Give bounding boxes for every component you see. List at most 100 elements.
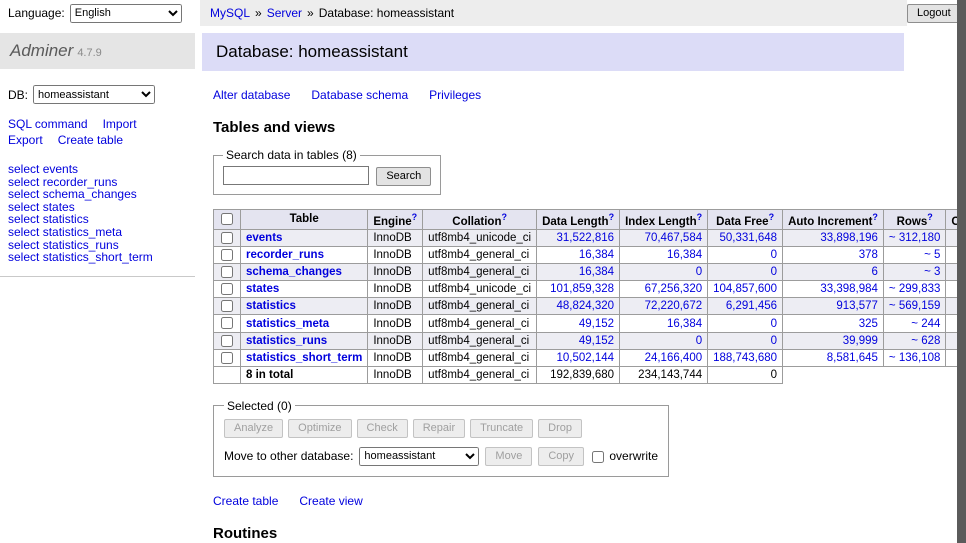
table-name-link-statistics[interactable]: statistics [246,300,296,312]
table-name-link-states[interactable]: states [246,283,279,295]
search-button[interactable]: Search [376,167,431,186]
data-length-link-statistics-meta[interactable]: 49,152 [579,318,614,330]
breadcrumb-mysql[interactable]: MySQL [210,6,250,20]
rows-count-link-states[interactable]: ~ 299,833 [889,283,940,295]
table-name-link-recorder-runs[interactable]: recorder_runs [246,249,324,261]
rows-count-link-statistics[interactable]: ~ 569,159 [889,300,940,312]
auto-increment-link-statistics-meta[interactable]: 325 [859,318,878,330]
move-button[interactable]: Move [485,447,532,466]
move-db-select[interactable]: homeassistant [359,447,479,466]
app-name[interactable]: Adminer [10,41,73,60]
row-checkbox-recorder-runs[interactable] [221,249,233,261]
sidebar-table-statistics-short-term-link[interactable]: statistics_short_term [43,250,153,264]
table-name-link-statistics-runs[interactable]: statistics_runs [246,335,327,347]
sidebar-select-statistics-short-term-link[interactable]: select [8,250,39,264]
truncate-button[interactable]: Truncate [470,419,533,438]
auto-increment-link-schema-changes[interactable]: 6 [872,266,878,278]
auto-increment-link-statistics-short-term[interactable]: 8,581,645 [827,352,878,364]
auto-increment-link-recorder-runs[interactable]: 378 [859,249,878,261]
engine-cell: InnoDB [368,349,423,366]
selected-fieldset: Selected (0) AnalyzeOptimizeCheckRepairT… [213,399,669,477]
rows-count-link-statistics-runs[interactable]: ~ 628 [911,335,940,347]
data-length-link-statistics-short-term[interactable]: 10,502,144 [557,352,615,364]
create-table-link[interactable]: Create table [213,494,278,508]
index-length-link-events[interactable]: 70,467,584 [645,232,703,244]
auto-increment-link-events[interactable]: 33,898,196 [820,232,878,244]
column-help-link[interactable]: ? [769,212,775,222]
index-length-link-schema-changes[interactable]: 0 [696,266,702,278]
sidebar-action-import[interactable]: Import [103,117,137,131]
column-help-link[interactable]: ? [927,212,933,222]
index-length-link-recorder-runs[interactable]: 16,384 [667,249,702,261]
sidebar-action-create-table[interactable]: Create table [58,133,123,147]
collation-cell: utf8mb4_general_ci [423,315,537,332]
privileges-link[interactable]: Privileges [429,88,481,102]
drop-button[interactable]: Drop [538,419,582,438]
index-length-link-states[interactable]: 67,256,320 [645,283,703,295]
language-select[interactable]: English [70,4,182,23]
data-free-link-statistics[interactable]: 6,291,456 [726,300,777,312]
column-help-link[interactable]: ? [501,212,507,222]
repair-button[interactable]: Repair [413,419,465,438]
rows-count-link-statistics-meta[interactable]: ~ 244 [911,318,940,330]
rows-count-link-schema-changes[interactable]: ~ 3 [924,266,940,278]
table-name-link-schema-changes[interactable]: schema_changes [246,266,342,278]
data-length-link-recorder-runs[interactable]: 16,384 [579,249,614,261]
data-free-link-schema-changes[interactable]: 0 [771,266,777,278]
data-length-link-statistics-runs[interactable]: 49,152 [579,335,614,347]
analyze-button[interactable]: Analyze [224,419,283,438]
data-length-link-statistics[interactable]: 48,824,320 [557,300,615,312]
data-length-link-schema-changes[interactable]: 16,384 [579,266,614,278]
create-view-link[interactable]: Create view [299,494,362,508]
auto-increment-link-statistics-runs[interactable]: 39,999 [843,335,878,347]
data-free-link-events[interactable]: 50,331,648 [720,232,778,244]
table-name-link-statistics-meta[interactable]: statistics_meta [246,318,329,330]
data-free-link-statistics-meta[interactable]: 0 [771,318,777,330]
data-free-link-statistics-runs[interactable]: 0 [771,335,777,347]
row-checkbox-statistics-meta[interactable] [221,317,233,329]
rows-count-link-events[interactable]: ~ 312,180 [889,232,940,244]
select-all-checkbox[interactable] [221,213,233,225]
row-checkbox-schema-changes[interactable] [221,266,233,278]
auto-increment-link-states[interactable]: 33,398,984 [820,283,878,295]
auto-increment-link-statistics[interactable]: 913,577 [836,300,878,312]
search-input[interactable] [223,166,369,185]
data-free-link-recorder-runs[interactable]: 0 [771,249,777,261]
column-help-link[interactable]: ? [872,212,878,222]
overwrite-checkbox[interactable] [592,451,604,463]
db-select[interactable]: homeassistant [33,85,155,104]
row-checkbox-states[interactable] [221,283,233,295]
data-free-link-states[interactable]: 104,857,600 [713,283,777,295]
check-button[interactable]: Check [357,419,408,438]
row-checkbox-statistics-runs[interactable] [221,335,233,347]
total-collation-cell: utf8mb4_general_ci [423,366,537,383]
total-index-length-cell: 234,143,744 [620,366,708,383]
rows-count-link-recorder-runs[interactable]: ~ 5 [924,249,940,261]
index-length-link-statistics[interactable]: 72,220,672 [645,300,703,312]
column-help-link[interactable]: ? [609,212,615,222]
data-free-link-statistics-short-term[interactable]: 188,743,680 [713,352,777,364]
breadcrumb-server[interactable]: Server [267,6,302,20]
alter-database-link[interactable]: Alter database [213,88,290,102]
index-length-link-statistics-short-term[interactable]: 24,166,400 [645,352,703,364]
column-help-link[interactable]: ? [412,212,418,222]
sidebar-action-sql-command[interactable]: SQL command [8,117,88,131]
database-schema-link[interactable]: Database schema [311,88,408,102]
sidebar-action-export[interactable]: Export [8,133,43,147]
row-checkbox-statistics-short-term[interactable] [221,352,233,364]
column-help-link[interactable]: ? [697,212,703,222]
data-length-link-states[interactable]: 101,859,328 [550,283,614,295]
rows-count-link-statistics-short-term[interactable]: ~ 136,108 [889,352,940,364]
data-length-link-events[interactable]: 31,522,816 [557,232,615,244]
table-name-link-statistics-short-term[interactable]: statistics_short_term [246,352,362,364]
engine-cell: InnoDB [368,264,423,281]
row-checkbox-statistics[interactable] [221,300,233,312]
index-length-link-statistics-runs[interactable]: 0 [696,335,702,347]
index-length-link-statistics-meta[interactable]: 16,384 [667,318,702,330]
logout-button[interactable]: Logout [907,4,961,23]
table-name-link-events[interactable]: events [246,232,282,244]
optimize-button[interactable]: Optimize [288,419,351,438]
scrollbar[interactable] [957,0,966,543]
copy-button[interactable]: Copy [538,447,584,466]
row-checkbox-events[interactable] [221,232,233,244]
